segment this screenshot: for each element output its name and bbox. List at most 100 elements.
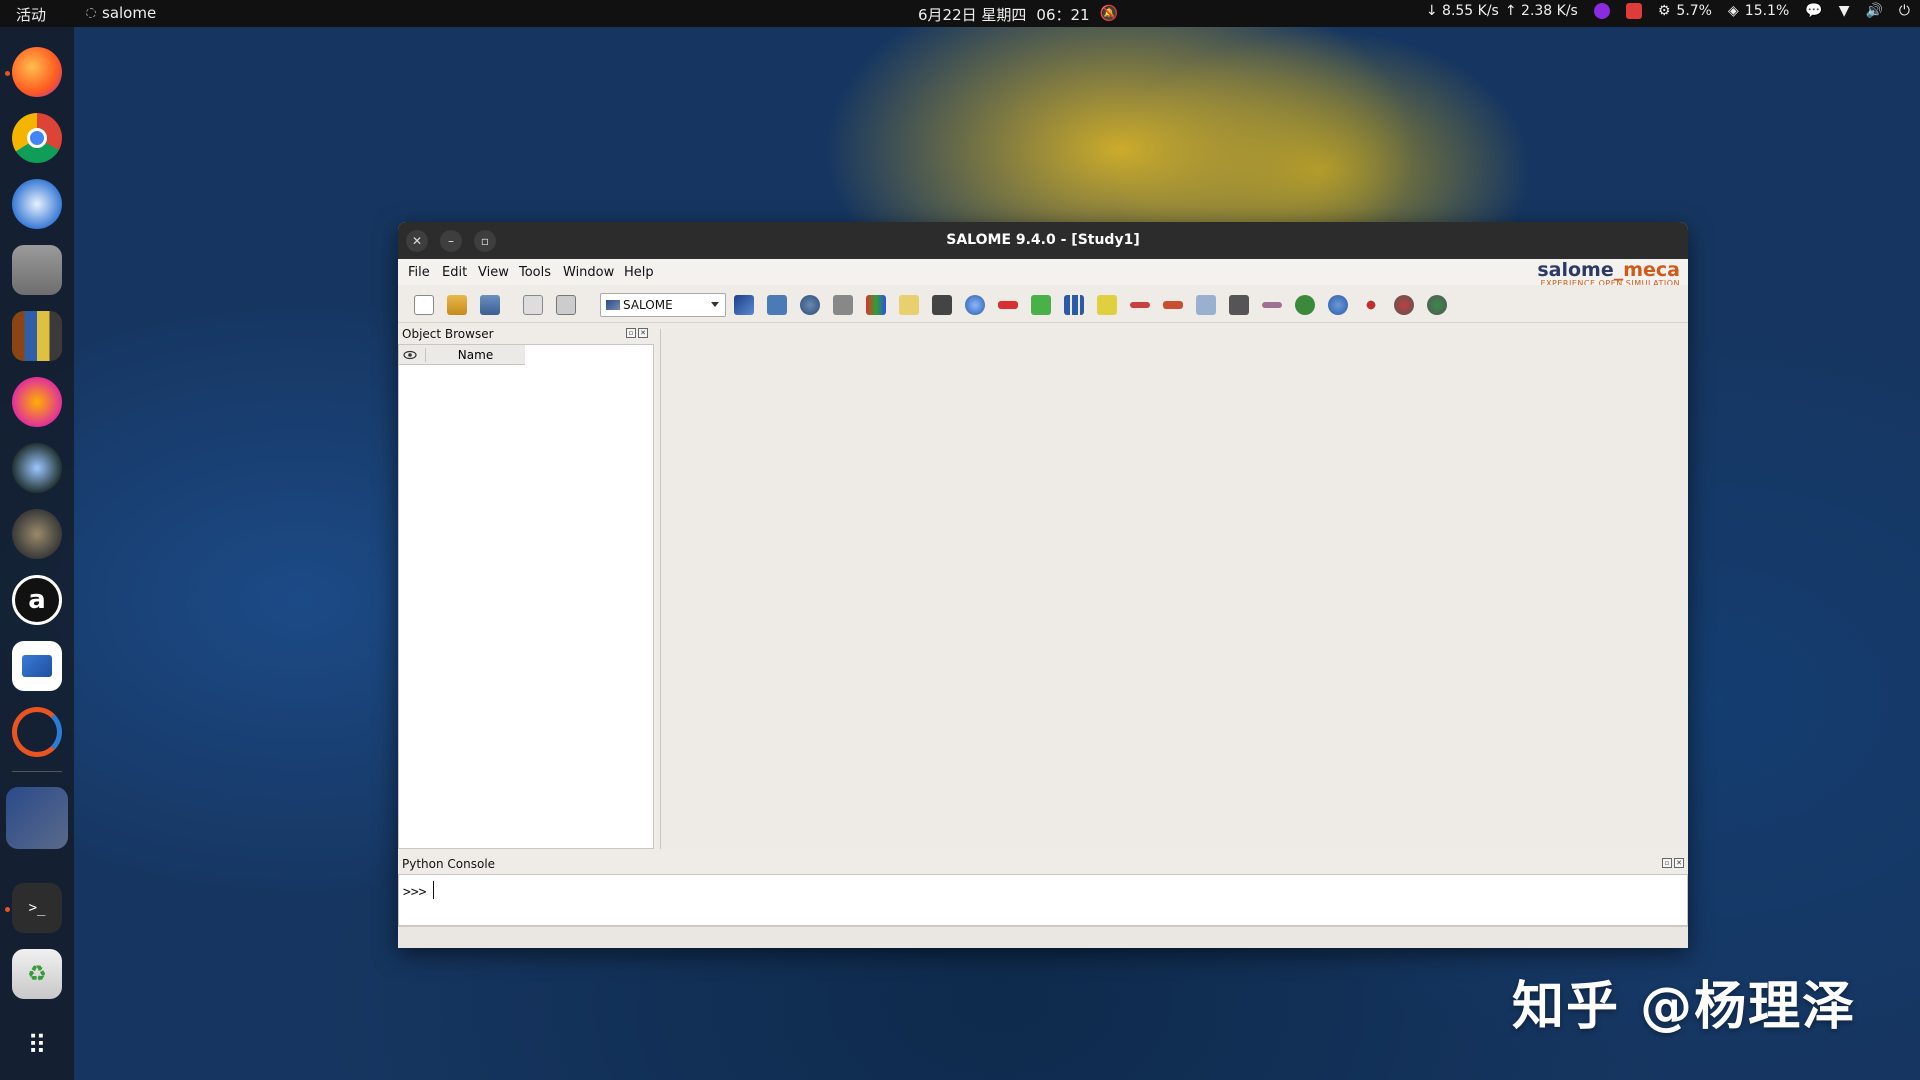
app-menu[interactable]: salome [86,4,156,22]
text-cursor [433,881,434,899]
smesh-plugin-icon[interactable] [1031,295,1051,315]
cpu-label: 5.7% [1676,3,1712,19]
python-console-controls: ▫ ✕ [1662,858,1684,868]
tray-office-icon[interactable] [1625,3,1642,19]
tool-red-bar-icon[interactable] [1130,302,1150,308]
app-indicator-icon [86,8,96,18]
menu-help[interactable]: Help [624,265,654,280]
tool-dots-icon[interactable] [1361,295,1381,315]
dock: a >_ ♻ ⠿ [0,27,74,1080]
flame-app-icon[interactable] [12,377,62,427]
terminal-icon[interactable]: >_ [12,883,62,933]
running-indicator [5,907,10,912]
float-icon[interactable]: ▫ [626,328,636,338]
menu-view[interactable]: View [478,265,509,280]
wifi-icon[interactable]: ▼ [1839,3,1850,19]
lens-app-icon[interactable] [12,443,62,493]
running-indicator [5,71,10,76]
tool-cube-icon[interactable] [1196,295,1216,315]
paste-icon[interactable] [556,295,576,315]
name-column-header[interactable]: Name [425,348,525,362]
tool-text-icon[interactable] [1229,295,1249,315]
gear-icon[interactable] [1328,295,1348,315]
tool-e-icon[interactable] [1295,295,1315,315]
calibre-icon[interactable] [12,311,62,361]
gimp-icon[interactable] [12,509,62,559]
graph-module-icon[interactable] [1097,295,1117,315]
open-folder-icon[interactable] [447,295,467,315]
watermark-text: 知乎 @杨理泽 [1512,977,1857,1037]
firefox-icon[interactable] [12,47,62,97]
chrome-icon[interactable] [12,113,62,163]
anydesk-icon[interactable]: a [12,575,62,625]
module-selector[interactable]: SALOME [600,293,726,317]
salome-icon[interactable] [6,787,68,849]
tool-red-arrow-icon[interactable] [1163,301,1183,309]
memory-icon: ◈ [1728,3,1739,19]
dock-separator [12,771,62,772]
notification-off-icon: 🔕 [1099,4,1119,22]
object-browser-header: Object Browser ▫ ✕ [398,324,654,344]
object-browser-panel[interactable]: Name [398,344,654,849]
object-browser-controls: ▫ ✕ [626,328,648,338]
net-down-label: ↓ 8.55 K/s [1425,3,1499,19]
menu-edit[interactable]: Edit [442,265,467,280]
clock[interactable]: 6月22日 星期四 06：21 🔕 [918,4,1118,25]
object-browser-column-header: Name [399,345,525,365]
plot-module-icon[interactable] [1064,295,1084,315]
tool-gen-icon[interactable] [1262,302,1282,308]
power-icon[interactable]: ⏻ [1899,3,1910,19]
menu-file[interactable]: File [408,265,430,280]
net-up-label: ↑ 2.38 K/s [1504,3,1578,19]
memory-label: 15.1% [1744,3,1790,19]
python-console-input[interactable]: >>> [398,874,1688,926]
job-manager-icon[interactable] [932,295,952,315]
menu-bar: File Edit View Tools Window Help [398,259,1688,285]
thunderbird-icon[interactable] [12,179,62,229]
top-bar: 活动 salome 6月22日 星期四 06：21 🔕 ↓ 8.55 K/s ↑… [0,0,1920,27]
eye-icon[interactable] [403,348,417,362]
shaper-module-icon[interactable] [734,295,754,315]
time-label: 06：21 [1036,6,1090,24]
mesh-module-icon[interactable] [800,295,820,315]
tray-app-icon[interactable] [1593,3,1610,19]
mail-app-icon[interactable] [12,641,62,691]
date-label: 6月22日 星期四 [918,6,1027,24]
float-icon[interactable]: ▫ [1662,858,1672,868]
geometry-module-icon[interactable] [767,295,787,315]
hexablock-module-icon[interactable] [998,301,1018,309]
chevron-down-icon [711,302,719,307]
volume-icon[interactable]: 🔊 [1865,3,1882,19]
save-icon[interactable] [480,295,500,315]
app-grid-icon[interactable]: ⠿ [12,1021,62,1071]
update-icon[interactable] [12,707,62,757]
trash-icon[interactable]: ♻ [12,949,62,999]
salome-meca-logo: salome_meca EXPERIENCE OPEN SIMULATION [1537,259,1680,289]
close-icon[interactable]: ✕ [638,328,648,338]
menu-tools[interactable]: Tools [519,265,551,280]
logo-main-text: salome [1537,259,1614,281]
window-title: SALOME 9.4.0 - [Study1] [946,232,1140,248]
chat-icon[interactable]: 💬 [1805,3,1822,19]
app-name-label: salome [102,4,157,22]
salome-module-icon [606,300,620,310]
paravis-module-icon[interactable] [866,295,886,315]
activities-button[interactable]: 活动 [16,4,46,25]
files-icon[interactable] [12,245,62,295]
extra-gear-icon[interactable] [1427,295,1447,315]
close-icon[interactable]: ✕ [1674,858,1684,868]
logo-accent-text: _meca [1613,259,1680,281]
menu-window[interactable]: Window [563,265,614,280]
console-prompt: >>> [403,885,427,900]
asterstudy-module-icon[interactable] [899,295,919,315]
window-titlebar[interactable]: ✕ – ▫ SALOME 9.4.0 - [Study1] [398,222,1688,259]
main-toolbar: SALOME [398,285,1688,323]
settings-gear-icon[interactable] [1394,295,1414,315]
object-browser-title: Object Browser [402,327,494,341]
fields-module-icon[interactable] [833,295,853,315]
yacs-module-icon[interactable] [965,295,985,315]
copy-icon[interactable] [523,295,543,315]
new-document-icon[interactable] [414,295,434,315]
salome-window: ✕ – ▫ SALOME 9.4.0 - [Study1] File Edit … [398,222,1688,948]
viewer-area[interactable] [660,329,1688,849]
